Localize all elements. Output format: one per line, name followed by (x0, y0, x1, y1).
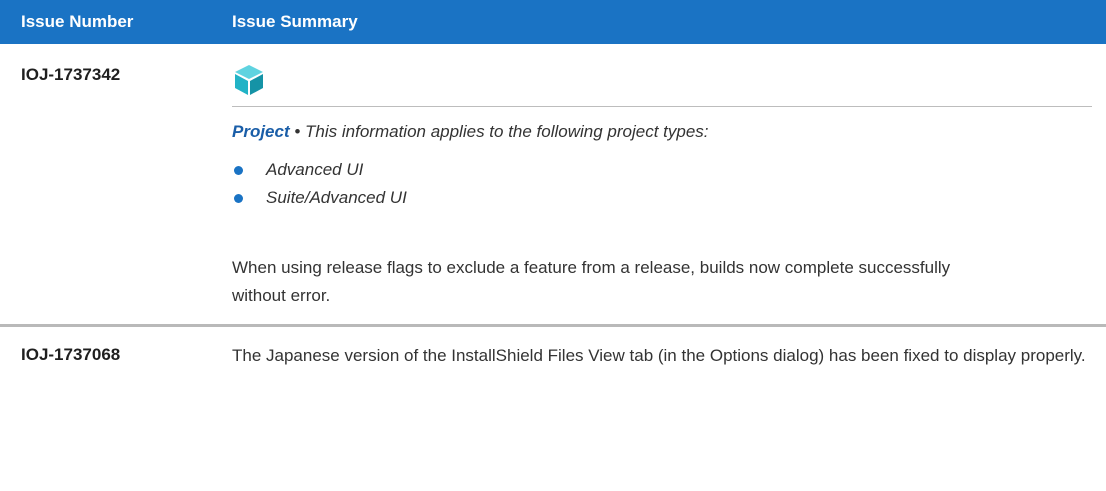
issue-summary-cell: Project • This information applies to th… (230, 44, 1106, 327)
cube-icon (235, 65, 263, 95)
table-header-row: Issue Number Issue Summary (0, 0, 1106, 44)
project-label: Project (232, 122, 290, 141)
project-type-label: Suite/Advanced UI (266, 188, 407, 207)
issue-description: When using release flags to exclude a fe… (232, 258, 951, 305)
project-type-label: Advanced UI (266, 160, 364, 179)
list-item: Suite/Advanced UI (232, 184, 1106, 212)
issues-table: Issue Number Issue Summary IOJ-1737342 P… (0, 0, 1106, 370)
project-icon-wrap (232, 44, 1106, 101)
issue-summary-cell: The Japanese version of the InstallShiel… (230, 326, 1106, 371)
applies-note: Project • This information applies to th… (232, 118, 1106, 146)
applies-text: • This information applies to the follow… (289, 122, 709, 141)
list-item: Advanced UI (232, 156, 1106, 184)
issue-number-cell: IOJ-1737342 (0, 44, 230, 327)
bullet-icon (234, 166, 243, 175)
project-types-list: Advanced UI Suite/Advanced UI (232, 156, 1106, 212)
divider (232, 106, 1092, 107)
issue-summary-header: Issue Summary (230, 0, 1106, 44)
table-row: IOJ-1737068 The Japanese version of the … (0, 326, 1106, 371)
issue-number-cell: IOJ-1737068 (21, 345, 121, 364)
issue-description: The Japanese version of the InstallShiel… (232, 346, 1086, 365)
issue-number-header: Issue Number (0, 0, 230, 44)
bullet-icon (234, 194, 243, 203)
table-row: IOJ-1737342 Project • This information a… (0, 44, 1106, 327)
